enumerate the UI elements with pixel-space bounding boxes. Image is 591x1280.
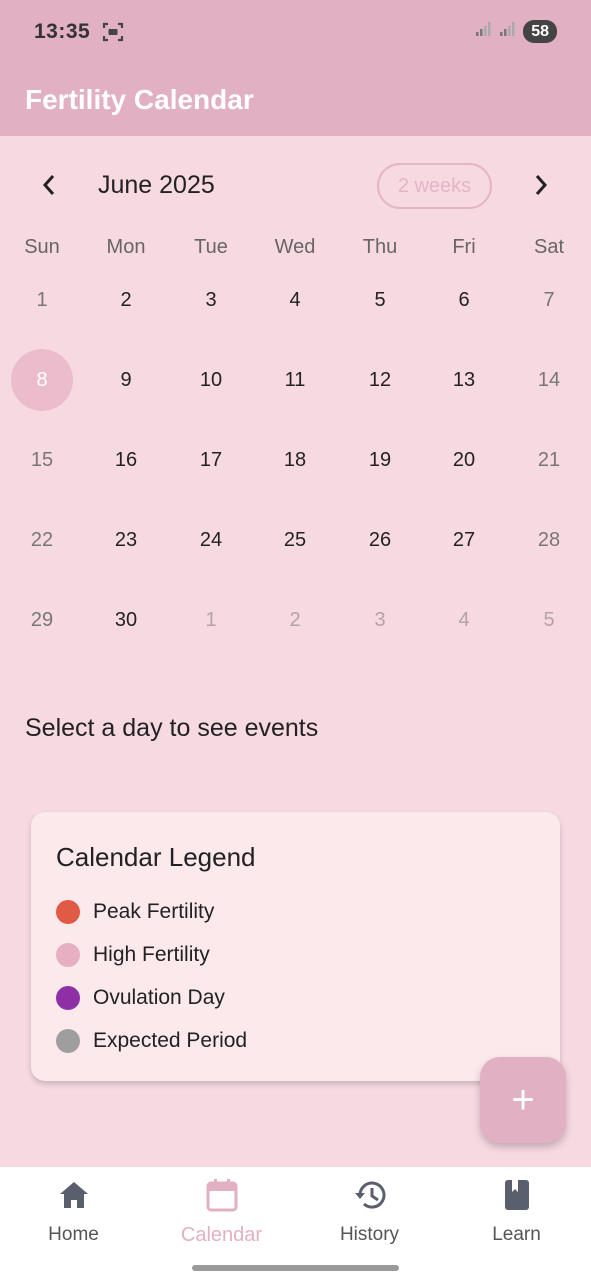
- calendar-day[interactable]: 12: [338, 340, 422, 420]
- nav-item-learn[interactable]: Learn: [443, 1177, 590, 1257]
- calendar-grid: 1 2 3 4 5 6 7 8 9 10 11 12 13 14 15 16 17 18 19 20 21 22 23 24 2…: [0, 260, 591, 660]
- calendar-day[interactable]: 27: [422, 500, 506, 580]
- legend-item: Peak Fertility: [56, 897, 214, 927]
- signal-icon: [499, 21, 517, 42]
- calendar-icon: [205, 1177, 239, 1213]
- signal-icon: [475, 21, 493, 42]
- page-title: Fertility Calendar: [25, 84, 254, 115]
- calendar-day[interactable]: 20: [422, 420, 506, 500]
- calendar-day[interactable]: 25: [253, 500, 337, 580]
- calendar-day[interactable]: 29: [0, 580, 84, 660]
- add-event-button[interactable]: +: [480, 1057, 566, 1143]
- legend-item: High Fertility: [56, 940, 210, 970]
- calendar-day[interactable]: 24: [169, 500, 253, 580]
- weekday-label: Tue: [194, 236, 228, 258]
- legend-dot: [56, 986, 80, 1010]
- calendar-day[interactable]: 5: [338, 260, 422, 340]
- calendar-day[interactable]: 3: [169, 260, 253, 340]
- calendar-day[interactable]: 30: [84, 580, 168, 660]
- home-indicator: [192, 1265, 399, 1271]
- weekday-label: Mon: [106, 236, 146, 258]
- nav-item-calendar[interactable]: Calendar: [148, 1177, 295, 1257]
- calendar-day[interactable]: 19: [338, 420, 422, 500]
- calendar-day[interactable]: 28: [507, 500, 591, 580]
- calendar-legend-card: Calendar Legend Peak Fertility High Fert…: [31, 812, 560, 1081]
- weekday-label: Thu: [362, 236, 398, 258]
- calendar-day[interactable]: 22: [0, 500, 84, 580]
- status-bar: 13:35 58: [0, 0, 591, 64]
- events-message: Select a day to see events: [25, 714, 319, 742]
- legend-label: High Fertility: [93, 943, 210, 966]
- calendar-day[interactable]: 1: [169, 580, 253, 660]
- calendar-day[interactable]: 1: [0, 260, 84, 340]
- next-month-button[interactable]: [519, 160, 563, 214]
- book-icon: [500, 1177, 534, 1213]
- calendar-day[interactable]: 15: [0, 420, 84, 500]
- calendar-header: June 2025 2 weeks: [0, 160, 591, 214]
- today-marker: 8: [11, 349, 73, 411]
- legend-dot: [56, 943, 80, 967]
- calendar-day[interactable]: 7: [507, 260, 591, 340]
- history-icon: [353, 1177, 387, 1213]
- calendar-day[interactable]: 4: [422, 580, 506, 660]
- nav-item-history[interactable]: History: [296, 1177, 443, 1257]
- calendar-day[interactable]: 13: [422, 340, 506, 420]
- calendar-day[interactable]: 16: [84, 420, 168, 500]
- weekday-label: Sat: [533, 236, 565, 258]
- chevron-right-icon: [533, 174, 549, 201]
- home-icon: [57, 1177, 91, 1213]
- calendar-day[interactable]: 2: [253, 580, 337, 660]
- month-title: June 2025: [98, 171, 215, 199]
- calendar-day[interactable]: 18: [253, 420, 337, 500]
- nav-label: History: [339, 1224, 400, 1245]
- calendar-day[interactable]: 10: [169, 340, 253, 420]
- legend-dot: [56, 900, 80, 924]
- weekday-label: Fri: [452, 236, 476, 258]
- calendar-day-today[interactable]: 8: [0, 340, 84, 420]
- calendar-day[interactable]: 26: [338, 500, 422, 580]
- weekday-label: Wed: [274, 236, 316, 258]
- chevron-left-icon: [41, 174, 57, 201]
- battery-indicator: 58: [523, 20, 557, 43]
- calendar-day[interactable]: 11: [253, 340, 337, 420]
- nav-label: Calendar: [180, 1224, 263, 1246]
- status-time: 13:35: [34, 20, 91, 43]
- calendar-day[interactable]: 3: [338, 580, 422, 660]
- legend-label: Expected Period: [93, 1029, 248, 1052]
- calendar-day[interactable]: 23: [84, 500, 168, 580]
- nav-item-home[interactable]: Home: [0, 1177, 147, 1257]
- calendar-day[interactable]: 14: [507, 340, 591, 420]
- calendar-day[interactable]: 17: [169, 420, 253, 500]
- screen-record-icon: [102, 22, 124, 42]
- legend-item: Expected Period: [56, 1026, 247, 1056]
- legend-dot: [56, 1029, 80, 1053]
- legend-title: Calendar Legend: [56, 842, 256, 872]
- calendar-day[interactable]: 4: [253, 260, 337, 340]
- calendar-day[interactable]: 9: [84, 340, 168, 420]
- app-bar: Fertility Calendar: [0, 64, 591, 136]
- previous-month-button[interactable]: [27, 160, 71, 214]
- calendar-day[interactable]: 21: [507, 420, 591, 500]
- legend-label: Peak Fertility: [93, 900, 215, 923]
- legend-label: Ovulation Day: [93, 986, 225, 1009]
- nav-label: Learn: [492, 1224, 541, 1245]
- status-icons: 58: [475, 20, 557, 43]
- calendar-day[interactable]: 2: [84, 260, 168, 340]
- bottom-navigation: Home Calendar History Learn: [0, 1167, 591, 1280]
- calendar-day[interactable]: 5: [507, 580, 591, 660]
- plus-icon: +: [511, 1077, 535, 1122]
- nav-label: Home: [48, 1224, 99, 1245]
- format-toggle-button[interactable]: 2 weeks: [377, 163, 492, 209]
- weekday-label: Sun: [24, 236, 60, 258]
- calendar-day[interactable]: 6: [422, 260, 506, 340]
- legend-item: Ovulation Day: [56, 983, 225, 1013]
